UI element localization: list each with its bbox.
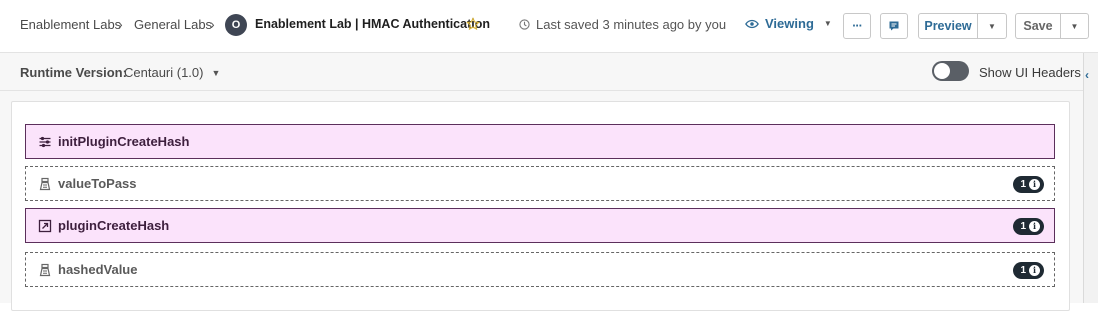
more-options-button[interactable]: ··· [843, 13, 871, 39]
more-options-icon: ··· [852, 19, 862, 33]
info-icon: i [1029, 221, 1040, 232]
top-header: Enablement Labs › General Labs › O Enabl… [0, 0, 1098, 53]
caret-down-icon: ▼ [211, 67, 221, 78]
step-row-initPluginCreateHash[interactable]: initPluginCreateHash [25, 124, 1055, 159]
avatar[interactable]: O [225, 14, 247, 36]
show-ui-headers-label: Show UI Headers [979, 65, 1081, 80]
breadcrumb-chevron-icon: › [118, 16, 123, 32]
save-button[interactable]: Save [1015, 13, 1061, 39]
favorite-star-icon[interactable] [466, 17, 480, 31]
step-label: pluginCreateHash [58, 218, 170, 233]
badge-count: 1 [1020, 179, 1026, 190]
info-count-badge[interactable]: 1 i [1013, 218, 1044, 235]
external-link-icon [38, 219, 52, 232]
info-count-badge[interactable]: 1 i [1013, 176, 1044, 193]
save-options-button[interactable]: ▼ [1060, 13, 1089, 39]
comment-icon [889, 21, 899, 31]
runtime-bar: Runtime Version: Centauri (1.0) ▼ Show U… [0, 53, 1083, 91]
step-label: initPluginCreateHash [58, 134, 190, 149]
save-status: Last saved 3 minutes ago by you [519, 17, 726, 32]
variable-icon [39, 263, 51, 276]
comments-button[interactable] [880, 13, 908, 39]
toggle-knob [934, 63, 950, 79]
chevron-down-icon: ▼ [1070, 21, 1079, 31]
badge-count: 1 [1020, 265, 1026, 276]
preview-button[interactable]: Preview [918, 13, 978, 39]
eye-icon [745, 19, 759, 28]
runtime-version-dropdown[interactable]: Centauri (1.0) ▼ [124, 65, 220, 80]
step-row-pluginCreateHash[interactable]: pluginCreateHash 1 i [25, 208, 1055, 243]
view-mode-label: Viewing [765, 16, 814, 31]
runtime-version-value: Centauri (1.0) [124, 65, 204, 80]
step-label: hashedValue [58, 262, 138, 277]
preview-options-button[interactable]: ▼ [977, 13, 1007, 39]
collapse-panel-icon[interactable]: ‹ [1085, 68, 1098, 88]
save-label: Save [1023, 19, 1053, 33]
info-count-badge[interactable]: 1 i [1013, 262, 1044, 279]
show-ui-headers-toggle[interactable] [932, 61, 969, 81]
breadcrumb-enablement-labs[interactable]: Enablement Labs [20, 17, 121, 32]
badge-count: 1 [1020, 221, 1026, 232]
step-row-valueToPass[interactable]: valueToPass 1 i [25, 166, 1055, 201]
chevron-down-icon: ▼ [823, 19, 832, 28]
preview-label: Preview [924, 19, 972, 33]
chevron-down-icon: ▼ [988, 21, 996, 31]
breadcrumb-general-labs[interactable]: General Labs [134, 17, 212, 32]
info-icon: i [1029, 179, 1040, 190]
view-mode-dropdown[interactable]: Viewing ▼ [745, 16, 832, 31]
side-panel [1083, 53, 1098, 303]
save-status-text: Last saved 3 minutes ago by you [536, 17, 727, 32]
runtime-version-label: Runtime Version: [20, 65, 127, 80]
breadcrumb-chevron-icon: › [210, 16, 215, 32]
variable-icon [39, 177, 51, 190]
clock-icon [519, 19, 530, 30]
step-label: valueToPass [58, 176, 137, 191]
page-title: Enablement Lab | HMAC Authentication [255, 17, 490, 31]
step-row-hashedValue[interactable]: hashedValue 1 i [25, 252, 1055, 287]
sliders-icon [39, 136, 51, 147]
info-icon: i [1029, 265, 1040, 276]
